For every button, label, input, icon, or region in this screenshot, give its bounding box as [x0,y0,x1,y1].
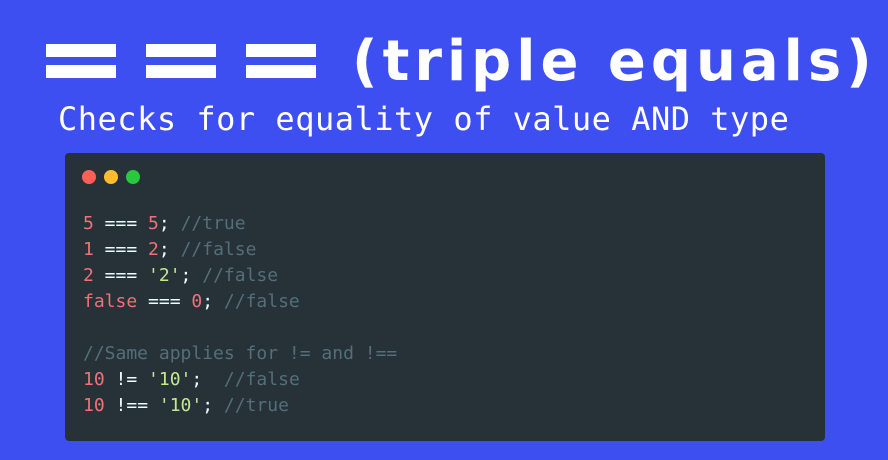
code-token-num: 2 [148,239,159,260]
code-token-cmt: //true [223,395,289,416]
minimize-dot-icon [104,170,118,184]
code-token-num: 0 [191,291,203,312]
code-token-str: '10' [148,369,192,390]
code-token-num: 2 [83,265,94,286]
code-token-op: === [93,265,149,286]
code-token-num: 10 [83,395,105,416]
code-block: 5 === 5; //true 1 === 2; //false 2 === '2'… [83,211,397,419]
code-token-cmt: //false [223,369,300,390]
subtitle: Checks for equality of value AND type [58,100,790,138]
close-dot-icon [82,170,96,184]
code-token-cmt: //false [180,239,257,260]
code-token-cmt: //Same applies for != and !== [83,343,398,364]
code-token-op: !== [104,395,159,416]
code-token-op: === [93,239,149,260]
code-token-cmt: //true [180,213,246,234]
code-token-op: ; [180,265,203,286]
code-line: 10 != '10'; //false [83,367,397,393]
window-controls [82,170,140,184]
code-token-num: 5 [83,213,94,234]
code-token-op: === [93,213,149,234]
code-token-op: ; [158,239,181,260]
equals-sign-icon [46,35,116,87]
code-token-op: != [104,369,149,390]
page-title: (triple equals) [46,18,877,104]
code-window: 5 === 5; //true 1 === 2; //false 2 === '2'… [65,153,825,441]
code-token-str: '10' [158,395,203,416]
code-token-str: '2' [148,265,181,286]
code-line: //Same applies for != and !== [83,341,397,367]
code-token-num: 1 [83,239,94,260]
code-token-op: ; [202,291,224,312]
code-line: false === 0; //false [83,289,397,315]
equals-sign-icon [246,35,316,87]
equals-sign-icon [146,35,216,87]
code-line: 2 === '2'; //false [83,263,397,289]
code-token-op: ; [158,213,181,234]
code-token-num: 5 [148,213,159,234]
code-token-num: false [83,291,138,312]
code-token-cmt: //false [202,265,279,286]
code-line: 5 === 5; //true [83,211,397,237]
title-text: (triple equals) [352,28,877,94]
code-token-op: === [137,291,192,312]
code-line: 1 === 2; //false [83,237,397,263]
code-token-cmt: //false [223,291,300,312]
code-line: 10 !== '10'; //true [83,393,397,419]
code-token-op: ; [191,369,224,390]
code-token-num: 10 [83,369,105,390]
maximize-dot-icon [126,170,140,184]
code-token-op: ; [202,395,224,416]
